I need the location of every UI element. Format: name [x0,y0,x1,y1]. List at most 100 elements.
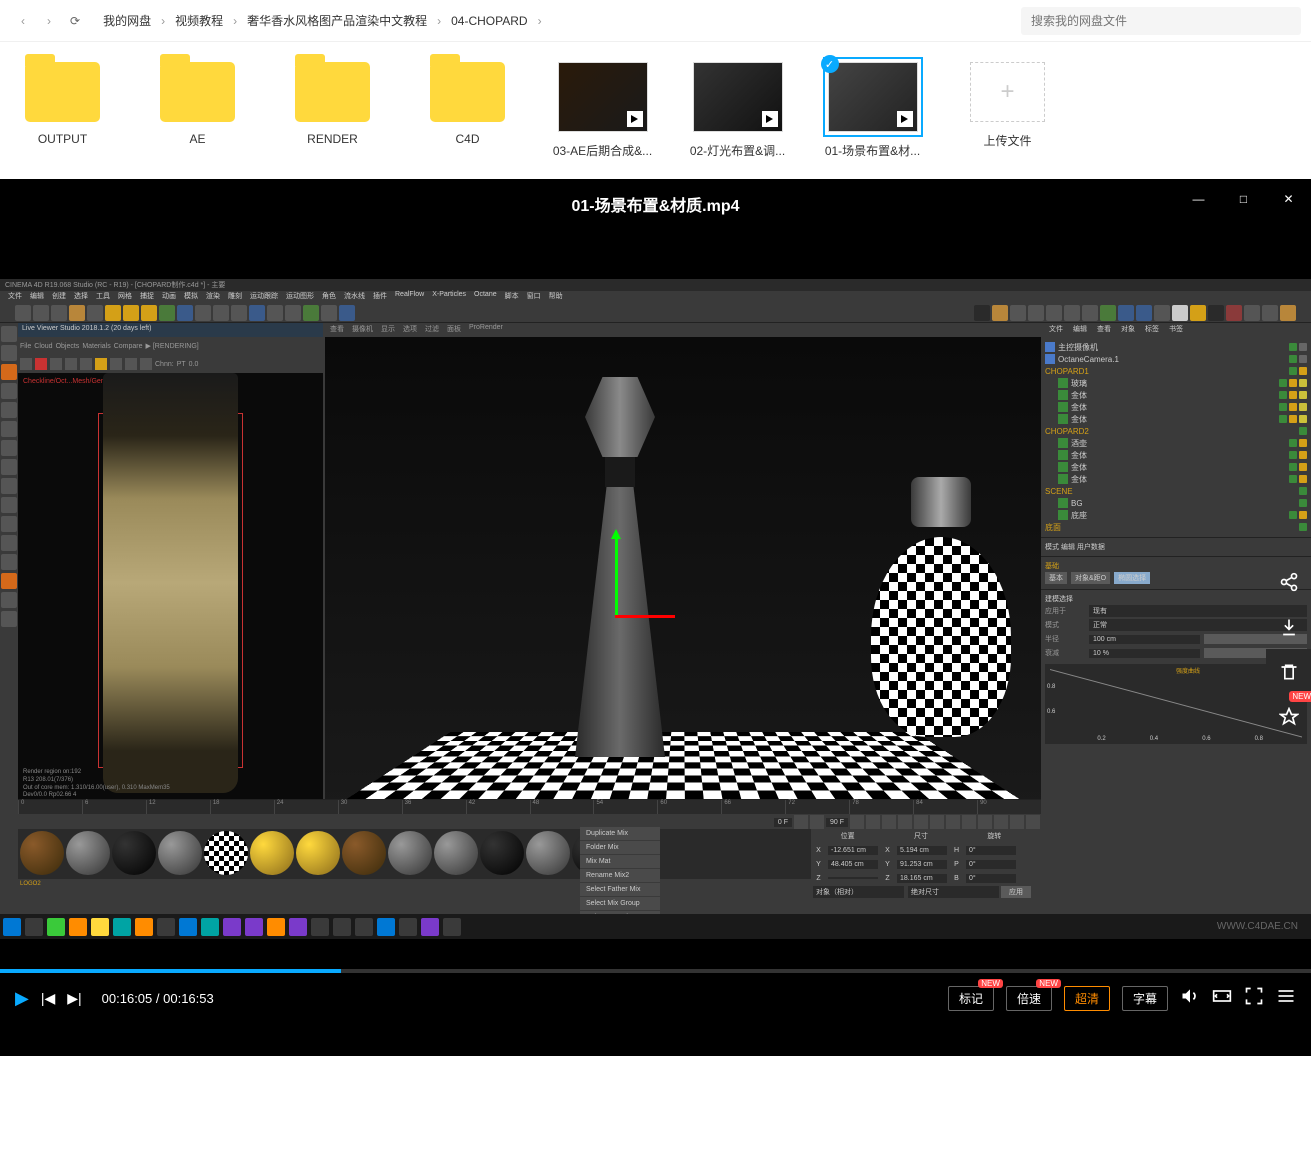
nav-forward-button[interactable]: › [39,11,59,31]
video-frame: CINEMA 4D R19.068 Studio (RC - R19) - [C… [0,279,1311,939]
tool-icon [1,440,17,456]
render-region-text: Render region on:192 [23,769,207,777]
axis-label: B [949,875,964,882]
coord-x-row: X-12.651 cm X5.194 cm H0° [811,843,1031,857]
next-button[interactable]: ▶| [67,990,81,1007]
chevron-right-icon: › [538,14,542,28]
menu-item: 网格 [118,291,132,303]
player-header: 01-场景布置&材质.mp4 — □ ✕ [0,179,1311,229]
total-time: 00:16:53 [163,991,214,1006]
file-label: 03-AE后期合成&... [550,142,655,159]
top-navigation: ‹ › ⟳ 我的网盘 › 视频教程 › 奢华香水风格图产品渲染中文教程 › 04… [0,0,1311,42]
toolbar-icon [1046,305,1062,321]
bottle-neck [605,457,635,487]
wide-button[interactable] [1212,986,1232,1011]
pin-button[interactable]: NEW [1266,694,1311,739]
video-file-01[interactable]: ✓ 01-场景布置&材... [820,62,925,159]
tree-row: 金体 [1045,449,1307,461]
quality-label: 超清 [1075,992,1099,1006]
file-label: C4D [415,132,520,146]
coord-header: 位置 尺寸 旋转 [811,829,1031,843]
nav-back-button[interactable]: ‹ [13,11,33,31]
menu-item: 角色 [322,291,336,303]
volume-button[interactable] [1180,986,1200,1011]
col-header: 旋转 [958,831,1031,841]
watermark: WWW.C4DAE.CN [1217,921,1298,932]
chevron-right-icon: › [233,14,237,28]
ctx-item: Select Mix Group [580,897,660,911]
tool-icon [1,383,17,399]
object-name: 玻璃 [1071,378,1087,389]
lv-tab: Compare [114,343,143,350]
video-title: 01-场景布置&材质.mp4 [571,192,739,216]
timeline-btn [1026,815,1040,829]
value-display: 0.0 [189,361,199,368]
toolbar-icon [213,305,229,321]
speed-button[interactable]: 倍速 NEW [1006,986,1052,1011]
play-icon [897,111,913,127]
timeline-btn [930,815,944,829]
vp-menu-item: 面板 [447,324,461,336]
object-name: 金体 [1071,462,1087,473]
close-button[interactable]: ✕ [1266,179,1311,219]
refresh-button[interactable]: ⟳ [70,14,80,28]
taskbar-app [157,918,175,936]
col-header: 位置 [811,831,884,841]
download-button[interactable] [1266,604,1311,649]
object-name: SCENE [1045,487,1073,496]
play-icon [762,111,778,127]
subtitle-label: 字幕 [1133,992,1157,1006]
minimize-button[interactable]: — [1176,179,1221,219]
toolbar-icon [1280,305,1296,321]
toolbar-icon [51,305,67,321]
camera-icon [1045,342,1055,352]
progress-bar[interactable] [0,969,1311,973]
breadcrumb-item[interactable]: 奢华香水风格图产品渲染中文教程 [247,12,427,29]
material-ball [388,831,432,875]
fullscreen-button[interactable] [1244,986,1264,1011]
folder-output[interactable]: OUTPUT [10,62,115,159]
menu-item: 创建 [52,291,66,303]
video-file-03[interactable]: 03-AE后期合成&... [550,62,655,159]
mark-button[interactable]: 标记 NEW [948,986,994,1011]
video-file-02[interactable]: 02-灯光布置&调... [685,62,790,159]
prev-button[interactable]: |◀ [41,990,55,1007]
chevron-right-icon: › [161,14,165,28]
maximize-button[interactable]: □ [1221,179,1266,219]
live-viewer-title: Live Viewer Studio 2018.1.2 (20 days lef… [18,323,323,337]
tool-icon [1,364,17,380]
subtitle-button[interactable]: 字幕 [1122,986,1168,1011]
folder-render[interactable]: RENDER [280,62,385,159]
tool-icon [1,478,17,494]
file-label: 02-灯光布置&调... [685,142,790,159]
playlist-button[interactable] [1276,986,1296,1011]
breadcrumb-item[interactable]: 视频教程 [175,12,223,29]
material-ball [434,831,478,875]
taskbar-app [179,918,197,936]
coord-mode-row: 对象（相对） 绝对尺寸 应用 [811,885,1031,899]
folder-ae[interactable]: AE [145,62,250,159]
breadcrumb-item[interactable]: 04-CHOPARD [451,14,527,28]
taskbar-app [399,918,417,936]
mesh-icon [1058,402,1068,412]
tree-row: CHOPARD1 [1045,365,1307,377]
video-thumbnail [558,62,648,132]
share-button[interactable] [1266,559,1311,604]
delete-button[interactable] [1266,649,1311,694]
play-button[interactable]: ▶ [15,988,29,1009]
toolbar-icon [105,305,121,321]
lv-tab: Materials [82,343,110,350]
material-ball [526,831,570,875]
quality-button[interactable]: 超清 [1064,986,1110,1011]
time-display: 00:16:05 / 00:16:53 [102,991,214,1006]
toolbar-icon [1028,305,1044,321]
search-input[interactable] [1021,7,1301,35]
upload-button[interactable]: + 上传文件 [955,62,1060,159]
menu-item: X-Particles [432,291,466,303]
toolbar-icon [339,305,355,321]
coord-value: -12.651 cm [828,846,878,855]
coordinate-panel: 位置 尺寸 旋转 X-12.651 cm X5.194 cm H0° Y48.4… [811,829,1031,904]
toolbar-icon [1082,305,1098,321]
breadcrumb-root[interactable]: 我的网盘 [103,12,151,29]
folder-c4d[interactable]: C4D [415,62,520,159]
